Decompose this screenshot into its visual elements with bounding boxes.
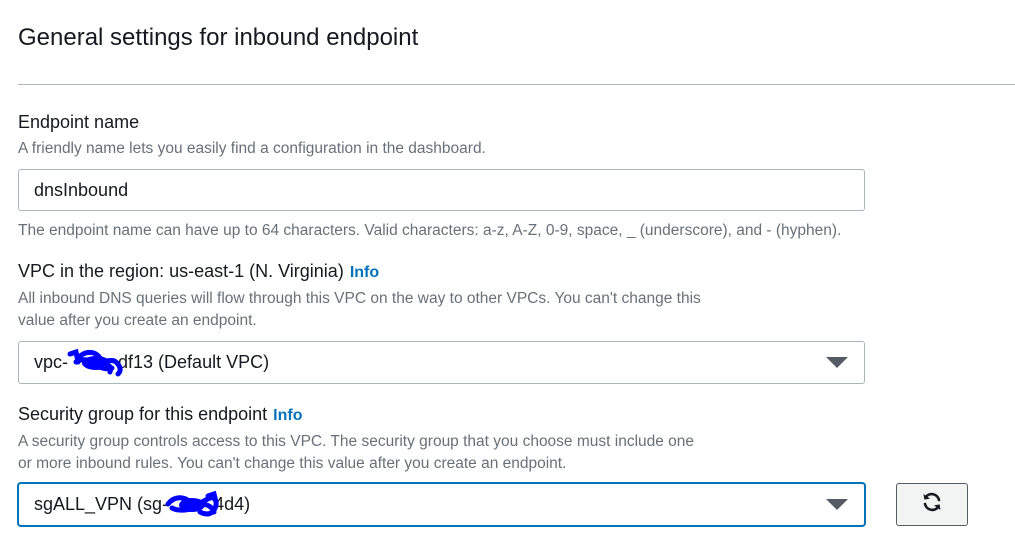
vpc-label: VPC in the region: us-east-1 (N. Virgini…: [18, 261, 379, 282]
vpc-description-line1: All inbound DNS queries will flow throug…: [18, 290, 701, 307]
security-group-label: Security group for this endpoint Info: [18, 404, 302, 425]
security-group-description-line1: A security group controls access to this…: [18, 433, 695, 450]
inbound-endpoint-settings-page: General settings for inbound endpoint En…: [0, 0, 1015, 553]
caret-down-icon: [826, 499, 848, 510]
vpc-description: All inbound DNS queries will flow throug…: [18, 288, 701, 332]
redaction-scribble: [66, 348, 126, 378]
security-group-label-text: Security group for this endpoint: [18, 404, 268, 424]
endpoint-name-description: A friendly name lets you easily find a c…: [18, 140, 486, 157]
caret-down-icon: [826, 357, 848, 368]
security-group-selected-prefix: sgALL_VPN (sg-: [34, 494, 169, 514]
vpc-selected-suffix: df13 (Default VPC): [118, 352, 270, 372]
security-group-select[interactable]: sgALL_VPN (sg- 4d4): [18, 483, 865, 526]
section-divider: [18, 84, 1015, 85]
security-group-description: A security group controls access to this…: [18, 431, 694, 475]
refresh-security-groups-button[interactable]: [896, 483, 968, 526]
endpoint-name-value: dnsInbound: [34, 180, 129, 200]
endpoint-name-input[interactable]: dnsInbound: [18, 169, 865, 211]
security-group-info-link[interactable]: Info: [273, 407, 302, 424]
vpc-label-text: VPC in the region: us-east-1 (N. Virgini…: [18, 261, 344, 281]
vpc-description-line2: value after you create an endpoint.: [18, 312, 257, 329]
vpc-info-link[interactable]: Info: [350, 264, 379, 281]
security-group-description-line2: or more inbound rules. You can't change …: [18, 455, 567, 472]
endpoint-name-constraint: The endpoint name can have up to 64 char…: [18, 222, 842, 239]
refresh-icon: [921, 491, 943, 518]
vpc-selected-prefix: vpc-: [34, 352, 69, 372]
vpc-select[interactable]: vpc- df13 (Default VPC): [18, 341, 865, 384]
endpoint-name-label: Endpoint name: [18, 112, 140, 132]
redaction-scribble: [164, 490, 222, 520]
section-title: General settings for inbound endpoint: [18, 24, 419, 51]
